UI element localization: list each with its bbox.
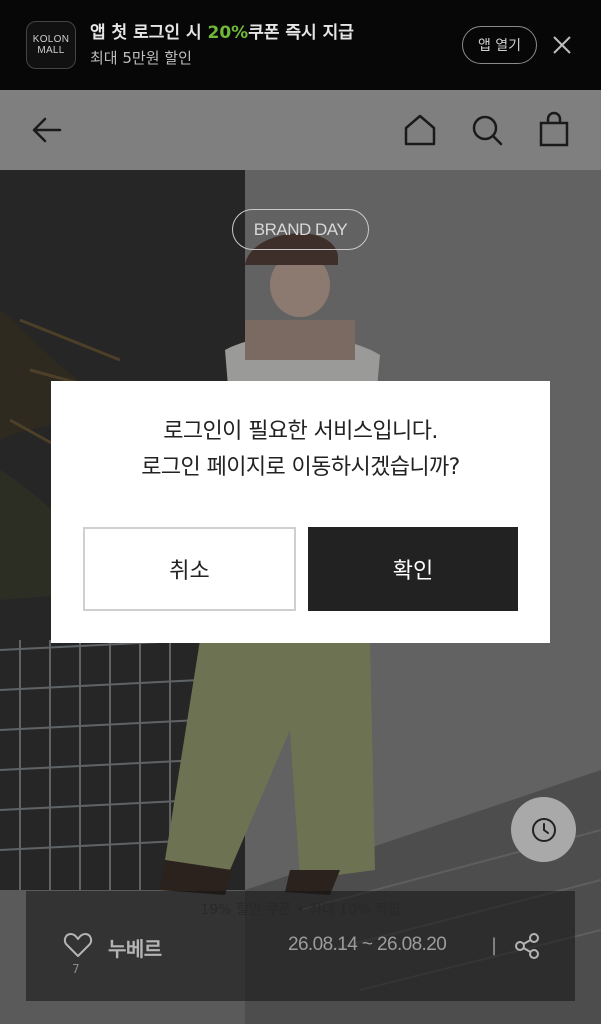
- arrow-left-icon[interactable]: [28, 111, 66, 149]
- share-icon[interactable]: [513, 932, 541, 960]
- divider: |: [491, 935, 498, 956]
- logo-text-line1: KOLON: [32, 34, 70, 45]
- brand-info-bar: 19% 할인 쿠폰 • 최대 10% 적립 7 누베르 26.08.14 ~ 2…: [26, 891, 575, 1001]
- app-install-banner: KOLON MALL 앱 첫 로그인 시 20%쿠폰 즉시 지급 최대 5만원 …: [0, 0, 601, 90]
- confirm-button[interactable]: 확인: [308, 527, 518, 611]
- home-icon[interactable]: [401, 111, 439, 149]
- shopping-bag-icon[interactable]: [535, 111, 573, 149]
- open-app-button[interactable]: 앱 열기: [462, 26, 537, 64]
- event-date-range: 26.08.14 ~ 26.08.20: [288, 934, 447, 955]
- search-icon[interactable]: [468, 111, 506, 149]
- banner-title-prefix: 앱 첫 로그인 시: [90, 23, 208, 43]
- login-required-dialog: 로그인이 필요한 서비스입니다. 로그인 페이지로 이동하시겠습니까? 취소 확…: [51, 381, 550, 643]
- like-count: 7: [72, 962, 80, 976]
- banner-title-accent: 20%: [207, 23, 249, 43]
- dialog-message-line2: 로그인 페이지로 이동하시겠습니까?: [141, 455, 460, 480]
- dialog-message: 로그인이 필요한 서비스입니다. 로그인 페이지로 이동하시겠습니까?: [51, 414, 550, 486]
- banner-subtitle: 최대 5만원 할인: [90, 49, 192, 67]
- faded-promo-text: 19% 할인 쿠폰 • 최대 10% 적립: [200, 902, 401, 918]
- dialog-message-line1: 로그인이 필요한 서비스입니다.: [163, 419, 438, 444]
- heart-icon[interactable]: [63, 931, 93, 959]
- brand-name-link[interactable]: 누베르: [108, 933, 162, 962]
- close-icon[interactable]: [550, 33, 574, 57]
- logo-text-line2: MALL: [37, 45, 65, 56]
- banner-text: 앱 첫 로그인 시 20%쿠폰 즉시 지급 최대 5만원 할인: [90, 22, 354, 69]
- banner-title-suffix: 쿠폰 즉시 지급: [248, 23, 354, 43]
- kolon-mall-logo[interactable]: KOLON MALL: [26, 21, 76, 69]
- top-navigation-bar: [0, 90, 601, 170]
- banner-title: 앱 첫 로그인 시 20%쿠폰 즉시 지급: [90, 22, 354, 44]
- clock-icon: [531, 817, 556, 842]
- cancel-button[interactable]: 취소: [83, 527, 296, 611]
- brand-day-badge: BRAND DAY: [232, 209, 369, 250]
- recent-view-button[interactable]: [511, 797, 576, 862]
